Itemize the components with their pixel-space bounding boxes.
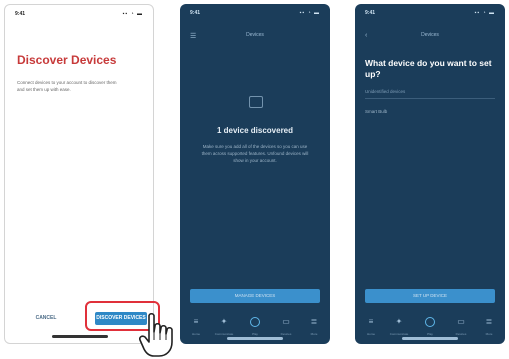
tab-label: Home	[191, 332, 200, 336]
more-icon: ≣	[310, 317, 318, 326]
device-option[interactable]: Smart Bulb	[365, 109, 387, 114]
status-time: 9:41	[365, 10, 376, 16]
divider	[365, 98, 495, 99]
tab-more[interactable]: ≣ More	[306, 316, 322, 336]
status-time: 9:41	[15, 11, 26, 17]
discover-devices-screen: 9:41 ▪▪ ◔ ▬ Discover Devices Connect dev…	[4, 4, 154, 344]
status-bar: 9:41 ▪▪ ◔ ▬	[190, 10, 320, 18]
select-device-heading: What device do you want to set up?	[365, 58, 492, 79]
home-icon: ≡	[368, 317, 374, 326]
tab-communicate[interactable]: ✦ Communicate	[390, 316, 409, 336]
tab-label: Home	[366, 332, 375, 336]
menu-icon[interactable]: ☰	[190, 32, 196, 40]
category-label: Unidentified devices	[365, 89, 406, 94]
tab-home[interactable]: ≡ Home	[188, 316, 204, 336]
play-icon	[250, 317, 260, 327]
devices-icon: ▭	[457, 317, 465, 326]
status-icons: ▪▪ ◔ ▬	[299, 10, 320, 16]
home-indicator	[227, 337, 283, 340]
tab-devices[interactable]: ▭ Devices	[278, 316, 294, 336]
select-device-screen: 9:41 ▪▪ ◔ ▬ Devices ‹ What device do you…	[355, 4, 505, 344]
tab-more[interactable]: ≣ More	[481, 316, 497, 336]
home-indicator	[402, 337, 458, 340]
tab-devices[interactable]: ▭ Devices	[453, 316, 469, 336]
communicate-icon: ✦	[395, 317, 403, 326]
tab-play[interactable]: Play	[422, 316, 438, 336]
nav-title: Devices	[421, 32, 439, 38]
home-indicator	[52, 335, 108, 338]
play-icon	[425, 317, 435, 327]
status-bar: 9:41 ▪▪ ◔ ▬	[365, 10, 495, 18]
page-description: Connect devices to your account to disco…	[17, 80, 117, 92]
tab-bar: ≡ Home ✦ Communicate Play ▭ Devices ≣ Mo…	[180, 316, 330, 336]
discovered-body: Make sure you add all of the devices so …	[201, 144, 309, 163]
status-icons: ▪▪ ◔ ▬	[474, 10, 495, 16]
page-title: Discover Devices	[17, 53, 117, 67]
cancel-button[interactable]: CANCEL	[27, 312, 65, 325]
back-icon[interactable]: ‹	[365, 32, 367, 39]
manage-devices-button[interactable]: MANAGE DEVICES	[190, 289, 320, 303]
status-time: 9:41	[190, 10, 201, 16]
communicate-icon: ✦	[220, 317, 228, 326]
nav-title: Devices	[246, 32, 264, 38]
tab-communicate[interactable]: ✦ Communicate	[215, 316, 234, 336]
device-icon	[249, 96, 263, 108]
discovered-heading: 1 device discovered	[216, 126, 294, 135]
set-up-device-button[interactable]: SET UP DEVICE	[365, 289, 495, 303]
home-icon: ≡	[193, 317, 199, 326]
devices-icon: ▭	[282, 317, 290, 326]
tab-play[interactable]: Play	[247, 316, 263, 336]
tab-bar: ≡ Home ✦ Communicate Play ▭ Devices ≣ Mo…	[355, 316, 505, 336]
device-discovered-screen: 9:41 ▪▪ ◔ ▬ Devices ☰ 1 device discovere…	[180, 4, 330, 344]
more-icon: ≣	[485, 317, 493, 326]
status-bar: 9:41 ▪▪ ◔ ▬	[15, 11, 143, 19]
tab-label: More	[310, 332, 318, 336]
tab-home[interactable]: ≡ Home	[363, 316, 379, 336]
tab-label: More	[485, 332, 493, 336]
status-icons: ▪▪ ◔ ▬	[122, 11, 143, 17]
pointing-hand-icon	[139, 312, 173, 357]
